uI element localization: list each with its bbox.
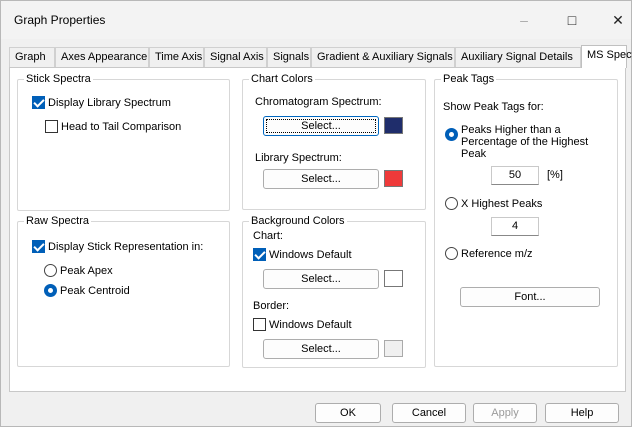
help-button[interactable]: Help [545, 403, 619, 423]
chart-windows-default-checkbox[interactable]: Windows Default [253, 248, 352, 261]
chromatogram-select-button[interactable]: Select... [263, 116, 379, 136]
chart-background-label: Chart: [253, 230, 283, 242]
tab-signal-axis[interactable]: Signal Axis [204, 47, 267, 67]
chart-colors-group: Chart Colors Chromatogram Spectrum: Sele… [242, 73, 426, 210]
raw-spectra-title: Raw Spectra [24, 215, 91, 227]
radio-unselected-icon [445, 247, 458, 260]
peak-centroid-radio[interactable]: Peak Centroid [44, 284, 130, 297]
tab-auxiliary-details[interactable]: Auxiliary Signal Details [455, 47, 581, 67]
close-icon[interactable]: ✕ [595, 1, 632, 39]
tab-gradient-auxiliary[interactable]: Gradient & Auxiliary Signals [311, 47, 455, 67]
percentage-option-label: Peaks Higher than a Percentage of the Hi… [461, 124, 589, 160]
radio-unselected-icon [44, 264, 57, 277]
x-highest-peaks-label: X Highest Peaks [461, 197, 543, 210]
percentage-unit-label: [%] [547, 169, 563, 181]
graph-properties-dialog: Graph Properties – □ ✕ Graph Axes Appear… [0, 0, 632, 427]
radio-selected-icon [44, 284, 57, 297]
display-library-spectrum-label: Display Library Spectrum [48, 96, 171, 109]
apply-button[interactable]: Apply [473, 403, 537, 423]
tab-axes-appearance[interactable]: Axes Appearance [55, 47, 149, 67]
tab-ms-spectra[interactable]: MS Spectra [581, 45, 632, 68]
background-colors-group: Background Colors Chart: Windows Default… [242, 215, 426, 368]
minimize-icon: – [520, 12, 528, 28]
border-label: Border: [253, 300, 290, 312]
show-peak-tags-label: Show Peak Tags for: [443, 101, 544, 113]
maximize-icon[interactable]: □ [549, 1, 595, 39]
library-color-swatch[interactable] [384, 170, 403, 187]
chromatogram-spectrum-label: Chromatogram Spectrum: [255, 96, 382, 108]
checkbox-unchecked-icon [253, 318, 266, 331]
tab-signals[interactable]: Signals [267, 47, 311, 67]
checkbox-checked-icon [32, 96, 45, 109]
x-highest-input[interactable]: 4 [491, 217, 539, 236]
cancel-button[interactable]: Cancel [392, 403, 466, 423]
chart-background-color-swatch[interactable] [384, 270, 403, 287]
title-bar[interactable]: Graph Properties – □ ✕ [1, 1, 631, 39]
window-title: Graph Properties [14, 13, 106, 27]
reference-mz-label: Reference m/z [461, 247, 533, 260]
border-select-button[interactable]: Select... [263, 339, 379, 359]
border-windows-default-checkbox[interactable]: Windows Default [253, 318, 352, 331]
display-stick-representation-checkbox[interactable]: Display Stick Representation in: [32, 240, 203, 253]
x-highest-peaks-radio[interactable]: X Highest Peaks [445, 197, 542, 210]
tab-panel: Stick Spectra Display Library Spectrum H… [9, 67, 626, 392]
font-button[interactable]: Font... [460, 287, 600, 307]
peak-apex-label: Peak Apex [60, 264, 113, 277]
peak-apex-radio[interactable]: Peak Apex [44, 264, 113, 277]
peak-centroid-label: Peak Centroid [60, 284, 130, 297]
radio-selected-icon [445, 128, 458, 141]
ok-button[interactable]: OK [315, 403, 381, 423]
display-stick-representation-label: Display Stick Representation in: [48, 240, 204, 253]
checkbox-unchecked-icon [45, 120, 58, 133]
stick-spectra-group: Stick Spectra Display Library Spectrum H… [17, 73, 230, 211]
checkbox-checked-icon [253, 248, 266, 261]
border-windows-default-label: Windows Default [269, 318, 352, 331]
display-library-spectrum-checkbox[interactable]: Display Library Spectrum [32, 96, 171, 109]
chart-windows-default-label: Windows Default [269, 248, 352, 261]
tab-strip: Graph Axes Appearance Time Axis Signal A… [9, 45, 632, 68]
reference-mz-radio[interactable]: Reference m/z [445, 247, 533, 260]
chromatogram-color-swatch[interactable] [384, 117, 403, 134]
library-select-button[interactable]: Select... [263, 169, 379, 189]
border-color-swatch[interactable] [384, 340, 403, 357]
raw-spectra-group: Raw Spectra Display Stick Representation… [17, 215, 230, 367]
peak-tags-group: Peak Tags Show Peak Tags for: Peaks High… [434, 73, 618, 367]
chart-colors-title: Chart Colors [249, 73, 315, 85]
percentage-radio[interactable]: Peaks Higher than a Percentage of the Hi… [445, 124, 609, 160]
chart-background-select-button[interactable]: Select... [263, 269, 379, 289]
radio-unselected-icon [445, 197, 458, 210]
tab-time-axis[interactable]: Time Axis [149, 47, 204, 67]
stick-spectra-title: Stick Spectra [24, 73, 93, 85]
background-colors-title: Background Colors [249, 215, 347, 227]
checkbox-checked-icon [32, 240, 45, 253]
head-to-tail-checkbox[interactable]: Head to Tail Comparison [45, 120, 181, 133]
percentage-input[interactable]: 50 [491, 166, 539, 185]
tab-graph[interactable]: Graph [9, 47, 55, 67]
peak-tags-title: Peak Tags [441, 73, 497, 85]
library-spectrum-label: Library Spectrum: [255, 152, 342, 164]
head-to-tail-label: Head to Tail Comparison [61, 120, 182, 133]
